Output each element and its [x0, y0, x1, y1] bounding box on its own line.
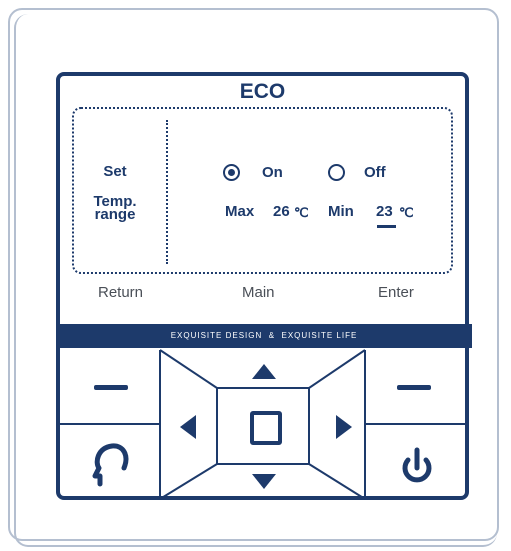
down-button[interactable]: [218, 466, 310, 498]
left-button[interactable]: [162, 390, 216, 464]
minus-left-button[interactable]: [62, 352, 158, 422]
arrow-down-icon: [252, 474, 276, 489]
up-button[interactable]: [218, 352, 310, 386]
arrow-up-icon: [252, 364, 276, 379]
minus-right-button[interactable]: [367, 352, 467, 422]
head-icon: [92, 443, 129, 487]
minus-icon: [94, 385, 128, 390]
power-icon: [402, 447, 432, 483]
square-icon: [250, 411, 282, 445]
return-button[interactable]: [62, 426, 158, 498]
minus-icon: [397, 385, 431, 390]
arrow-left-icon: [180, 415, 196, 439]
power-button[interactable]: [367, 426, 467, 498]
right-button[interactable]: [310, 390, 364, 464]
arrow-right-icon: [336, 415, 352, 439]
center-button[interactable]: [218, 389, 308, 463]
